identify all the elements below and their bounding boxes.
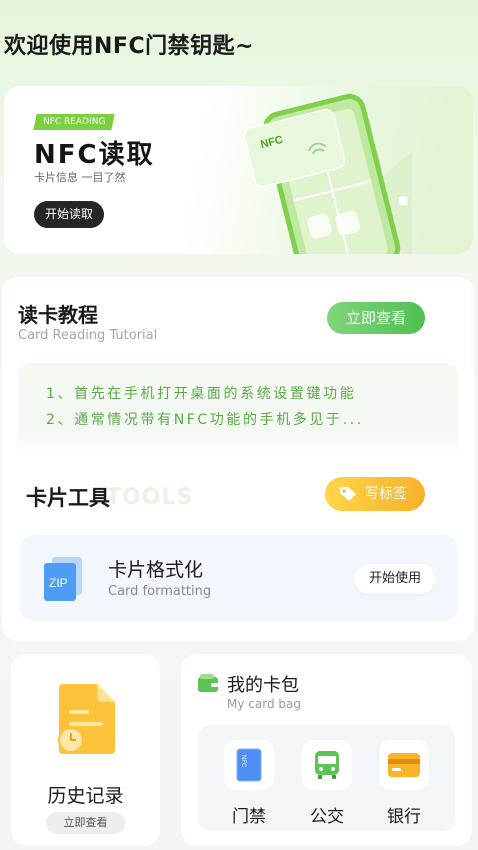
tutorial-title: 读卡教程 <box>18 303 98 327</box>
access-card-icon: NFC <box>236 748 262 782</box>
history-card[interactable]: 历史记录 立即查看 <box>11 654 160 846</box>
history-title: 历史记录 <box>47 785 124 807</box>
view-tutorial-button[interactable]: 立即查看 <box>327 302 425 334</box>
card-bag-subtitle: My card bag <box>227 697 301 711</box>
svg-text:ZIP: ZIP <box>49 576 68 590</box>
tutorial-box[interactable]: 1、首先在手机打开桌面的系统设置键功能 2、通常情况带有NFC功能的手机多见于.… <box>18 363 458 459</box>
tutorial-line-2: 2、通常情况带有NFC功能的手机多见于... <box>46 412 364 428</box>
card-bag-item-bank[interactable]: 银行 <box>379 740 431 827</box>
write-tag-label: 写标签 <box>365 486 407 502</box>
card-bag-card: 我的卡包 My card bag NFC 门禁 公交 银行 <box>181 654 472 846</box>
card-bag-item-label: 门禁 <box>232 807 266 827</box>
card-bag-list: NFC 门禁 公交 银行 <box>198 725 455 831</box>
history-document-icon <box>58 684 115 754</box>
welcome-title: 欢迎使用NFC门禁钥匙~ <box>4 34 255 59</box>
card-bag-item-label: 银行 <box>387 807 421 827</box>
tools-title: 卡片工具 <box>26 486 110 510</box>
card-bag-item-access[interactable]: NFC 门禁 <box>224 740 276 827</box>
card-format-tool[interactable]: ZIP 卡片格式化 Card formatting 开始使用 <box>20 535 458 621</box>
banner-title: NFC读取 <box>34 140 155 170</box>
nfc-reading-banner[interactable]: NFC READING NFC读取 卡片信息 一目了然 开始读取 NFC <box>4 86 473 254</box>
write-tag-button[interactable]: 写标签 <box>325 477 425 511</box>
card-bag-title: 我的卡包 <box>227 675 299 696</box>
nfc-phone-illustration: NFC <box>243 93 412 254</box>
start-reading-button[interactable]: 开始读取 <box>34 201 105 228</box>
main-card: 读卡教程 Card Reading Tutorial 立即查看 1、首先在手机打… <box>2 277 474 641</box>
start-using-button[interactable]: 开始使用 <box>354 564 436 594</box>
tools-watermark: TOOLS <box>106 485 194 510</box>
svg-text:NFC: NFC <box>240 755 246 768</box>
card-format-subtitle: Card formatting <box>108 584 212 599</box>
bus-icon <box>315 751 339 779</box>
banner-subtitle: 卡片信息 一目了然 <box>34 171 126 184</box>
card-format-title: 卡片格式化 <box>108 559 204 581</box>
card-bag-item-label: 公交 <box>310 807 344 827</box>
nfc-reading-tag: NFC READING <box>33 114 116 130</box>
tutorial-subtitle: Card Reading Tutorial <box>18 328 158 343</box>
zip-file-icon: ZIP <box>44 557 82 601</box>
view-history-button[interactable]: 立即查看 <box>46 812 125 834</box>
tutorial-line-1: 1、首先在手机打开桌面的系统设置键功能 <box>46 386 357 402</box>
tag-icon <box>340 487 356 501</box>
wallet-icon <box>198 674 218 692</box>
card-bag-item-bus[interactable]: 公交 <box>302 740 354 827</box>
bank-card-icon <box>388 753 420 777</box>
